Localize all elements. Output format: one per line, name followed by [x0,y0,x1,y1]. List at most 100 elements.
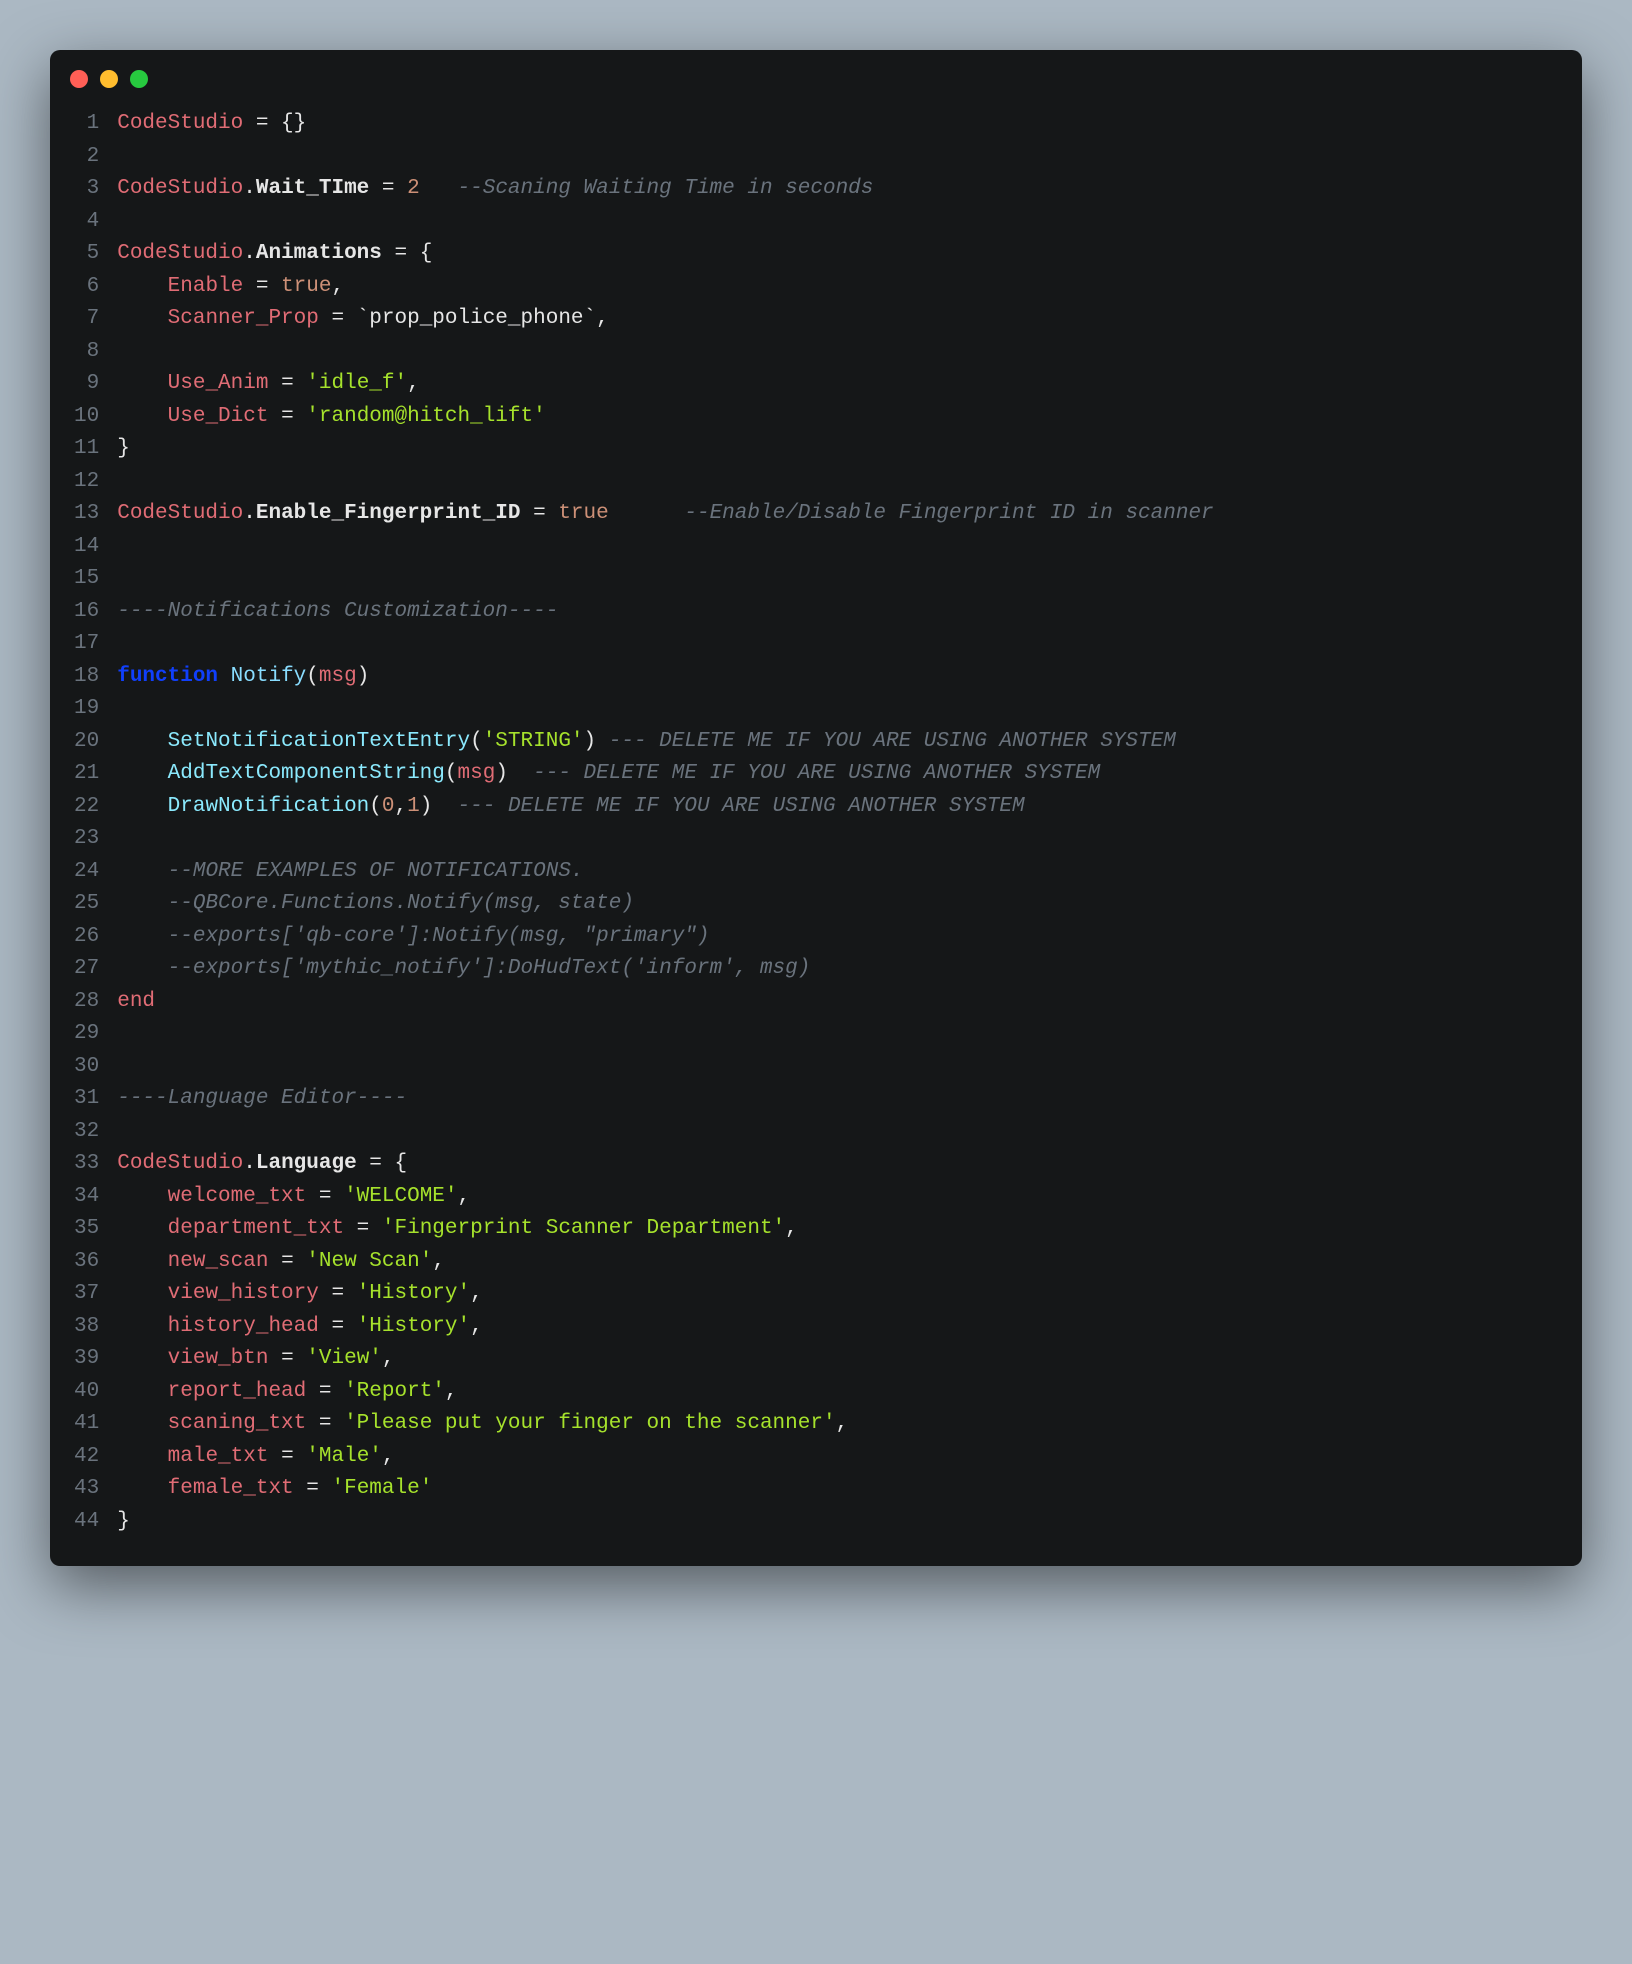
line-number: 22 [74,791,99,824]
token-fncall: DrawNotification [168,795,370,818]
token-str: 'History' [357,1282,470,1305]
line-number: 6 [74,271,99,304]
token-var: Scanner_Prop [168,307,319,330]
token-var: history_head [168,1315,319,1338]
token-punc: ) [495,762,533,785]
code-line: report_head = 'Report', [117,1376,1554,1409]
code-line: --exports['mythic_notify']:DoHudText('in… [117,953,1554,986]
code-line: DrawNotification(0,1) --- DELETE ME IF Y… [117,791,1554,824]
code-line: SetNotificationTextEntry('STRING') --- D… [117,726,1554,759]
token-punc [117,307,167,330]
token-bool: true [281,275,331,298]
token-str: 'STRING' [483,730,584,753]
token-punc: = {} [243,112,306,135]
token-punc: = [369,177,407,200]
line-number: 12 [74,466,99,499]
token-var: report_head [168,1380,307,1403]
token-punc: . [243,1152,256,1175]
token-var: Enable [168,275,244,298]
token-com: --QBCore.Functions.Notify(msg, state) [168,892,634,915]
line-number: 34 [74,1181,99,1214]
line-number-gutter: 1234567891011121314151617181920212223242… [50,108,117,1538]
token-str: 'random@hitch_lift' [306,405,545,428]
code-line [117,466,1554,499]
token-var: CodeStudio [117,502,243,525]
token-com: --MORE EXAMPLES OF NOTIFICATIONS. [168,860,584,883]
token-var: CodeStudio [117,242,243,265]
token-punc [218,665,231,688]
code-line: ----Notifications Customization---- [117,596,1554,629]
zoom-icon[interactable] [130,70,148,88]
code-line: view_btn = 'View', [117,1343,1554,1376]
token-str: 'Please put your finger on the scanner' [344,1412,835,1435]
token-punc: , [382,1347,395,1370]
token-var: view_btn [168,1347,269,1370]
token-str: 'Report' [344,1380,445,1403]
code-line: view_history = 'History', [117,1278,1554,1311]
token-punc: = [294,1477,332,1500]
token-prop: Enable_Fingerprint_ID [256,502,521,525]
code-line: CodeStudio.Language = { [117,1148,1554,1181]
token-punc: = `prop_police_phone`, [319,307,609,330]
code-line: --QBCore.Functions.Notify(msg, state) [117,888,1554,921]
line-number: 7 [74,303,99,336]
code-line: new_scan = 'New Scan', [117,1246,1554,1279]
code-line: female_txt = 'Female' [117,1473,1554,1506]
code-line [117,531,1554,564]
token-com: --- DELETE ME IF YOU ARE USING ANOTHER S… [533,762,1100,785]
close-icon[interactable] [70,70,88,88]
line-number: 29 [74,1018,99,1051]
token-num: 0 [382,795,395,818]
token-punc: ( [306,665,319,688]
token-punc: = [268,1250,306,1273]
line-number: 9 [74,368,99,401]
token-punc: = [268,1347,306,1370]
token-prop: Animations [256,242,382,265]
token-var: view_history [168,1282,319,1305]
token-com: --Scaning Waiting Time in seconds [458,177,874,200]
minimize-icon[interactable] [100,70,118,88]
token-com: ----Language Editor---- [117,1087,407,1110]
token-punc [117,730,167,753]
code-line [117,1018,1554,1051]
code-line: function Notify(msg) [117,661,1554,694]
token-var: Use_Anim [168,372,269,395]
code-line: --exports['qb-core']:Notify(msg, "primar… [117,921,1554,954]
token-punc: ( [445,762,458,785]
token-punc [117,1412,167,1435]
token-fncall: SetNotificationTextEntry [168,730,470,753]
token-punc: , [382,1445,395,1468]
line-number: 25 [74,888,99,921]
code-line [117,336,1554,369]
token-punc [609,502,685,525]
line-number: 37 [74,1278,99,1311]
code-line [117,563,1554,596]
token-punc [117,1477,167,1500]
line-number: 42 [74,1441,99,1474]
line-number: 17 [74,628,99,661]
token-punc: = [268,1445,306,1468]
token-punc [420,177,458,200]
line-number: 33 [74,1148,99,1181]
token-str: 'History' [357,1315,470,1338]
token-var: male_txt [168,1445,269,1468]
line-number: 2 [74,141,99,174]
token-punc [117,1380,167,1403]
token-var: msg [458,762,496,785]
line-number: 27 [74,953,99,986]
token-punc: ( [470,730,483,753]
token-var: msg [319,665,357,688]
token-var: Use_Dict [168,405,269,428]
line-number: 20 [74,726,99,759]
token-punc [117,1445,167,1468]
token-punc [117,892,167,915]
code-content[interactable]: CodeStudio = {} CodeStudio.Wait_TIme = 2… [117,108,1582,1538]
code-line: department_txt = 'Fingerprint Scanner De… [117,1213,1554,1246]
token-punc: = [306,1185,344,1208]
token-str: 'Female' [331,1477,432,1500]
token-punc: ) [584,730,609,753]
code-line: AddTextComponentString(msg) --- DELETE M… [117,758,1554,791]
line-number: 14 [74,531,99,564]
token-punc [117,925,167,948]
token-prop: Language [256,1152,357,1175]
